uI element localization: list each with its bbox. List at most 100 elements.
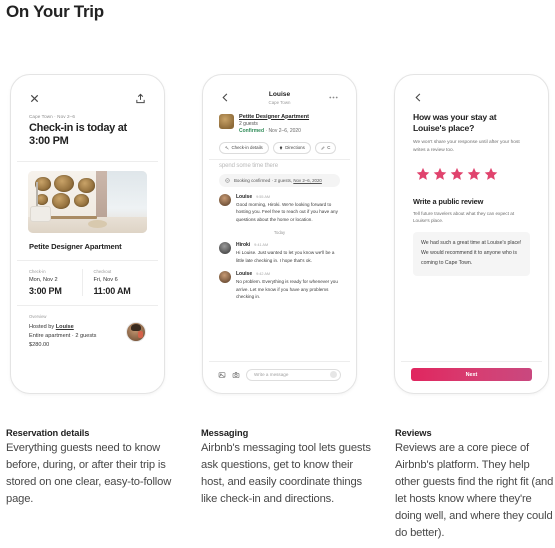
marketing-page: On Your Trip Cape Town · Nov 2–6 Check-i… [0, 0, 555, 548]
conversation-header: Louise Cape Town [269, 91, 291, 105]
chevron-left-icon[interactable] [413, 92, 530, 103]
checkin-column: Check-in Mon, Nov 2 3:00 PM [29, 269, 82, 296]
star-icon[interactable] [416, 167, 430, 181]
banner-text: Booking confirmed · 2 guests, Nov 2–6, 2… [234, 178, 322, 183]
louise-avatar [219, 270, 231, 283]
message-placeholder: Write a message [254, 372, 289, 377]
photo-basket [74, 194, 89, 207]
caption-heading: Reservation details [6, 428, 90, 438]
message-item: Louise 9:42 AM No problem. Everything is… [219, 270, 340, 300]
reviews-footer: Next [401, 361, 542, 387]
reservation-topbar [17, 81, 158, 104]
message-body: Hiroki 9:41 AM Hi Louise. Just wanted to… [236, 242, 340, 264]
caption-reviews: Reviews Reviews are a core piece of Airb… [395, 428, 555, 542]
caption-heading: Reviews [395, 428, 432, 438]
next-button[interactable]: Next [411, 368, 532, 381]
listing-summary-text: Petite Designer Apartment 2 guests Confi… [239, 114, 309, 134]
caption-reservation-details: Reservation details Everything guests ne… [6, 428, 184, 508]
caption-messaging: Messaging Airbnb's messaging tool lets g… [201, 428, 379, 508]
message-header: Louise 9:42 AM [236, 271, 340, 277]
chip-label: Directions [285, 145, 305, 151]
checkout-label: Checkout [93, 268, 112, 274]
booking-icon [225, 177, 230, 183]
reservation-header: Cape Town · Nov 2–6 Check-in is today at… [17, 104, 158, 162]
message-time: 9:55 AM [256, 194, 271, 199]
message-sender: Louise [236, 193, 253, 200]
listing-name-link[interactable]: Petite Designer Apartment [239, 114, 309, 120]
faded-previous-message: spend some time there [219, 162, 278, 169]
write-review-note: Tell future travelers about what they ca… [413, 211, 515, 224]
star-icon[interactable] [467, 167, 481, 181]
checkout-date: Fri, Nov 6 [93, 276, 118, 283]
phone-mockup-messaging: Louise Cape Town Petite Designer Apartme… [202, 74, 357, 394]
chip-check-in-details[interactable]: Check-in details [219, 141, 269, 154]
chip-label: Check-in details [231, 145, 263, 151]
close-icon[interactable] [29, 93, 40, 104]
trip-subheader: Cape Town · Nov 2–6 [29, 114, 75, 119]
phone-screen-messaging: Louise Cape Town Petite Designer Apartme… [209, 81, 350, 387]
phone-screen-reviews: How was your stay at Louise's place? We … [401, 81, 542, 387]
chip-label: C [327, 145, 331, 151]
listing-summary[interactable]: Petite Designer Apartment 2 guests Confi… [209, 111, 350, 139]
avatar-glass [137, 331, 144, 338]
phone-screen-reservation: Cape Town · Nov 2–6 Check-in is today at… [17, 81, 158, 387]
checkout-column: Checkout Fri, Nov 6 11:00 AM [81, 268, 147, 296]
send-icon[interactable] [330, 371, 337, 378]
message-item: Hiroki 9:41 AM Hi Louise. Just wanted to… [219, 241, 340, 264]
caption-body: Everything guests need to know before, d… [6, 442, 172, 506]
write-review-heading: Write a public review [413, 197, 484, 207]
star-icon[interactable] [450, 167, 464, 181]
overview-section: Overview Hosted by Louise Entire apartme… [17, 306, 158, 351]
checkin-time: 3:00 PM [29, 285, 62, 296]
message-input[interactable]: Write a message [246, 368, 341, 381]
message-text: Good morning, Hiroki. We're looking forw… [236, 202, 338, 222]
checkin-date: Mon, Nov 2 [29, 276, 58, 283]
caption-body: Airbnb's messaging tool lets guests ask … [201, 442, 371, 506]
message-composer: Write a message [209, 361, 350, 387]
reviews-topbar [401, 81, 542, 103]
today-divider: Today [273, 229, 286, 235]
star-rating[interactable] [401, 154, 542, 181]
photo-basket [77, 178, 95, 193]
caption-heading: Messaging [201, 428, 249, 438]
star-icon[interactable] [433, 167, 447, 181]
message-time: 9:42 AM [256, 271, 271, 276]
key-icon [225, 146, 229, 150]
avatar-hair [130, 323, 142, 331]
message-sender: Hiroki [236, 241, 251, 248]
share-icon[interactable] [135, 93, 146, 104]
camera-icon[interactable] [232, 371, 240, 379]
checkout-time: 11:00 AM [93, 285, 131, 296]
message-body: Louise 9:55 AM Good morning, Hiroki. We'… [236, 194, 340, 223]
review-textarea[interactable]: We had such a great time at Louise's pla… [413, 232, 530, 277]
message-header: Louise 9:55 AM [236, 194, 340, 200]
phone-mockup-reviews: How was your stay at Louise's place? We … [394, 74, 549, 394]
message-header: Hiroki 9:41 AM [236, 242, 340, 248]
overview-label: Overview [29, 313, 47, 319]
hosted-prefix: Hosted by [29, 323, 56, 330]
message-body: Louise 9:42 AM No problem. Everything is… [236, 271, 340, 300]
photo-icon[interactable] [218, 371, 226, 379]
review-question: How was your stay at Louise's place? [413, 112, 497, 134]
message-thread[interactable]: spend some time there Booking confirmed … [209, 160, 350, 301]
chip-directions[interactable]: Directions [272, 141, 311, 154]
photo-pouf [87, 219, 107, 228]
checkin-title: Check-in is today at 3:00 PM [29, 122, 127, 148]
quick-action-chips: Check-in details Directions C [209, 139, 350, 159]
status-badge: Confirmed [239, 127, 264, 134]
more-options-icon[interactable] [328, 92, 339, 103]
photo-basket [54, 174, 75, 192]
photo-basket [51, 193, 70, 209]
photo-armchair [30, 205, 51, 222]
conversation-title: Louise [268, 91, 291, 98]
banner-date-link[interactable]: Nov 2–6, 2020 [293, 178, 322, 183]
host-name-link[interactable]: Louise [56, 324, 74, 330]
photo-basket [36, 194, 49, 205]
booking-confirmed-banner: Booking confirmed · 2 guests, Nov 2–6, 2… [219, 173, 340, 187]
louise-avatar [219, 193, 231, 206]
star-icon[interactable] [484, 167, 498, 181]
message-item: Louise 9:55 AM Good morning, Hiroki. We'… [219, 193, 340, 223]
chevron-left-icon[interactable] [220, 92, 231, 103]
message-text: Hi Louise. Just wanted to let you know w… [236, 250, 335, 263]
chip-more[interactable]: C [314, 141, 337, 154]
